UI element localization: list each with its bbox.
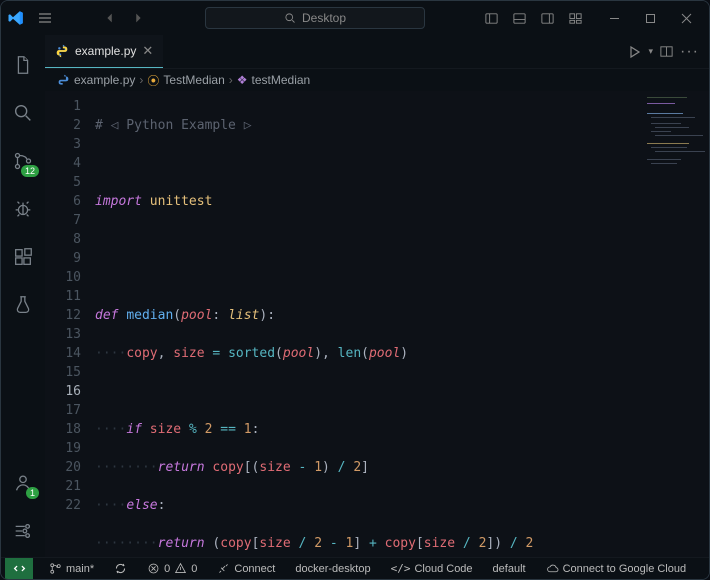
run-icon[interactable] (626, 44, 642, 60)
git-branch-icon (49, 562, 62, 575)
method-icon: ❖ (237, 73, 248, 87)
activity-bar: 12 1 (1, 35, 45, 557)
sync-status[interactable] (110, 558, 131, 579)
tab-example-py[interactable]: example.py ✕ (45, 35, 163, 68)
layout-custom-icon[interactable] (563, 6, 587, 30)
breadcrumbs[interactable]: example.py › ⦿ TestMedian › ❖ testMedian (45, 69, 709, 91)
crumb-file[interactable]: example.py (74, 73, 135, 87)
debug-icon[interactable] (1, 187, 45, 231)
window-close-icon[interactable] (669, 4, 703, 32)
chevron-right-icon: › (229, 73, 233, 87)
python-file-icon (55, 44, 69, 58)
class-icon: ⦿ (147, 72, 159, 89)
settings-icon[interactable] (1, 509, 45, 553)
error-icon (147, 562, 160, 575)
window-maximize-icon[interactable] (633, 4, 667, 32)
tab-bar: example.py ✕ ▾ ··· (45, 35, 709, 69)
python-file-icon (57, 74, 70, 87)
testing-icon[interactable] (1, 283, 45, 327)
command-center[interactable]: Desktop (205, 7, 425, 29)
search-label: Desktop (302, 11, 346, 25)
source-control-icon[interactable]: 12 (1, 139, 45, 183)
sync-icon (114, 562, 127, 575)
search-sidebar-icon[interactable] (1, 91, 45, 135)
editor-group: example.py ✕ ▾ ··· example.py › ⦿ TestMe… (45, 35, 709, 557)
explorer-icon[interactable] (1, 43, 45, 87)
remote-icon[interactable] (5, 558, 33, 579)
extensions-icon[interactable] (1, 235, 45, 279)
connect-status[interactable]: Connect (213, 558, 279, 579)
layout-left-icon[interactable] (479, 6, 503, 30)
split-editor-icon[interactable] (659, 44, 674, 59)
vscode-window: Desktop 12 (0, 0, 710, 580)
plug-icon (217, 562, 230, 575)
layout-bottom-icon[interactable] (507, 6, 531, 30)
run-dropdown-icon[interactable]: ▾ (648, 46, 653, 57)
window-minimize-icon[interactable] (597, 4, 631, 32)
nav-back-icon[interactable] (97, 6, 123, 30)
tab-close-icon[interactable]: ✕ (142, 43, 153, 59)
code-area[interactable]: # ◁ Python Example ▷ import unittest def… (91, 91, 709, 557)
warning-icon (174, 562, 187, 575)
gcp-status[interactable]: Connect to Google Cloud (542, 558, 691, 579)
cloud-code-status[interactable]: </> Cloud Code (387, 558, 477, 579)
branch-status[interactable]: main* (45, 558, 98, 579)
layout-right-icon[interactable] (535, 6, 559, 30)
scm-badge: 12 (21, 165, 39, 177)
gutter: 12345678910111213141516171819202122 (45, 91, 91, 557)
context-status[interactable]: docker-desktop (291, 558, 374, 579)
cloud-icon (546, 562, 559, 575)
titlebar: Desktop (1, 1, 709, 35)
statusbar: main* 0 0 Connect docker-desktop </> Clo… (1, 557, 709, 579)
vscode-logo-icon (7, 9, 25, 27)
tab-label: example.py (75, 44, 136, 58)
accounts-icon[interactable]: 1 (1, 461, 45, 505)
editor[interactable]: 12345678910111213141516171819202122 # ◁ … (45, 91, 709, 557)
crumb-method[interactable]: testMedian (252, 73, 311, 87)
accounts-badge: 1 (26, 487, 39, 499)
minimap[interactable] (639, 91, 709, 557)
more-icon[interactable]: ··· (680, 43, 699, 61)
problems-status[interactable]: 0 0 (143, 558, 201, 579)
code-icon: </> (391, 562, 411, 575)
nav-forward-icon[interactable] (125, 6, 151, 30)
menu-icon[interactable] (33, 6, 57, 30)
chevron-right-icon: › (139, 73, 143, 87)
search-icon (284, 12, 296, 24)
profile-status[interactable]: default (489, 558, 530, 579)
crumb-class[interactable]: TestMedian (163, 73, 224, 87)
